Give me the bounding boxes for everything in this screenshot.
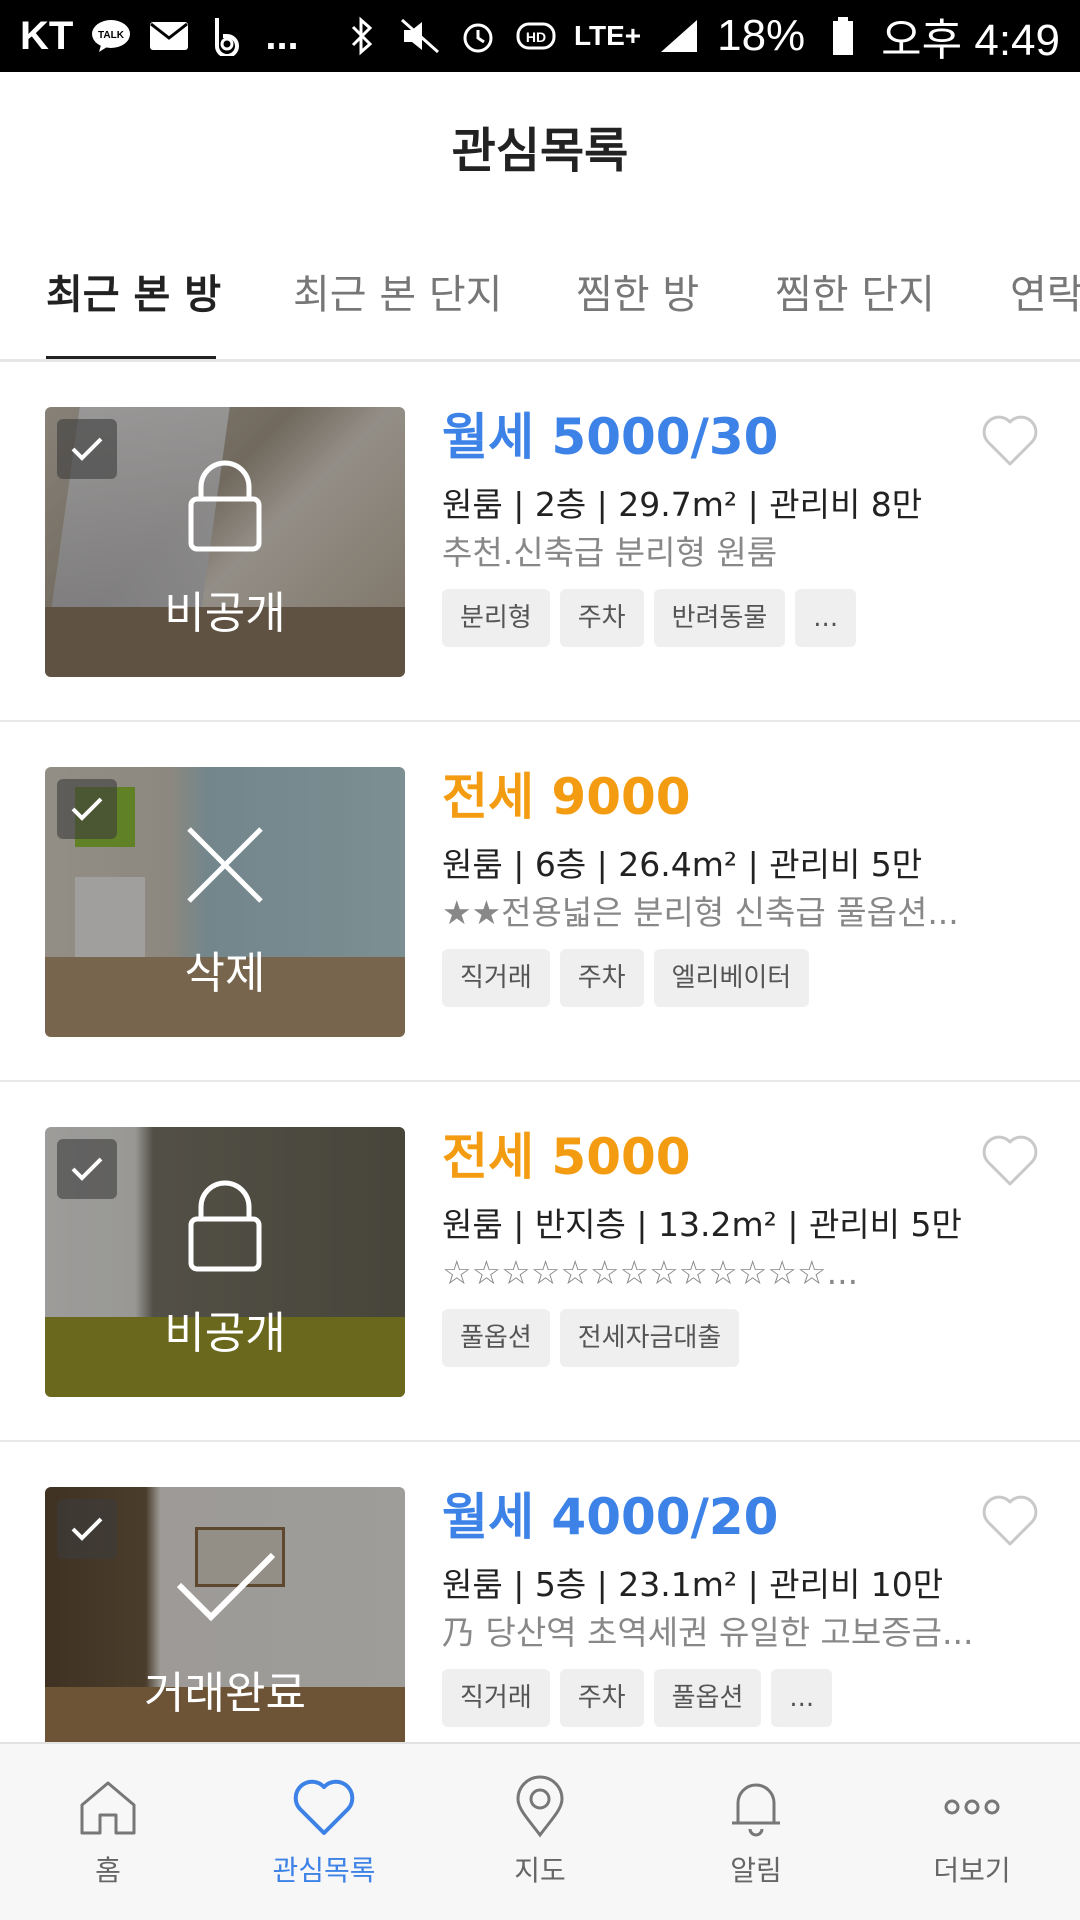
mute-icon xyxy=(400,16,440,56)
tag: 반려동물 xyxy=(653,589,786,647)
listing-description: ☆☆☆☆☆☆☆☆☆☆☆☆☆... xyxy=(442,1253,859,1292)
tag-more: ... xyxy=(771,1669,833,1727)
select-checkbox[interactable] xyxy=(57,1499,117,1559)
nav-more[interactable]: 더보기 xyxy=(864,1744,1080,1920)
listing-price[interactable]: 전세 5000 xyxy=(442,1127,1042,1187)
list-item[interactable]: 비공개 월세 5000/30 원룸 | 2층 | 29.7m² | 관리비 8만… xyxy=(0,362,1080,722)
favorite-heart-icon[interactable] xyxy=(980,1132,1040,1188)
clock: 오후 4:49 xyxy=(881,16,1060,65)
listing-price[interactable]: 전세 9000 xyxy=(442,767,1042,827)
favorite-heart-icon[interactable] xyxy=(980,412,1040,468)
room-photo[interactable]: 거래완료 xyxy=(45,1487,405,1742)
nav-label: 알림 xyxy=(730,1854,782,1887)
tag: 분리형 xyxy=(442,589,550,647)
status-bar: KT TALK ... HD LTE+ 18% 오후 4:49 xyxy=(0,0,1080,72)
bell-icon xyxy=(732,1783,780,1837)
network-type-label: LTE+ xyxy=(573,20,642,51)
mail-icon xyxy=(149,16,189,56)
tag: 풀옵션 xyxy=(653,1669,762,1727)
tag: 주차 xyxy=(559,1669,644,1727)
nav-label: 더보기 xyxy=(933,1854,1011,1887)
more-icon xyxy=(944,1799,1000,1815)
listing-description: 乃 당산역 초역세권 유일한 고보증금... xyxy=(442,1613,974,1652)
listing-spec: 원룸 | 6층 | 26.4m² | 관리비 5만 xyxy=(442,845,923,884)
listing-price[interactable]: 월세 4000/20 xyxy=(442,1487,1042,1547)
nav-label: 관심목록 xyxy=(272,1854,376,1887)
x-icon xyxy=(187,827,263,903)
tag-list: 풀옵션 전세자금대출 xyxy=(442,1309,1042,1367)
page-header: 관심목록 xyxy=(0,72,1080,220)
status-label: 거래완료 xyxy=(144,1668,306,1719)
map-pin-icon xyxy=(516,1775,564,1838)
battery-icon xyxy=(823,16,863,56)
tab-recent-complexes[interactable]: 최근 본 단지 xyxy=(293,220,502,359)
lock-icon xyxy=(188,460,262,552)
select-checkbox[interactable] xyxy=(57,419,117,479)
band-icon xyxy=(207,16,247,56)
tag: 직거래 xyxy=(442,949,550,1007)
svg-text:TALK: TALK xyxy=(98,30,125,41)
nav-notifications[interactable]: 알림 xyxy=(648,1744,864,1920)
battery-percent: 18% xyxy=(717,11,806,60)
alarm-icon xyxy=(458,16,498,56)
tag-more: ... xyxy=(795,589,857,647)
tag: 주차 xyxy=(559,589,644,647)
heart-icon xyxy=(293,1779,355,1835)
page-title: 관심목록 xyxy=(451,123,629,179)
room-photo[interactable]: 삭제 xyxy=(45,767,405,1037)
listing-spec: 원룸 | 5층 | 23.1m² | 관리비 10만 xyxy=(442,1565,944,1604)
favorite-heart-icon[interactable] xyxy=(980,1492,1040,1548)
bottom-nav: 홈 관심목록 지도 알림 더보기 xyxy=(0,1742,1080,1920)
tab-bar: 최근 본 방 최근 본 단지 찜한 방 찜한 단지 연락 xyxy=(0,220,1080,362)
tag: 풀옵션 xyxy=(442,1309,550,1367)
svg-text:HD: HD xyxy=(526,29,546,45)
tag-list: 분리형 주차 반려동물 ... xyxy=(442,589,1042,647)
tag-list: 직거래 주차 풀옵션 ... xyxy=(442,1669,1042,1727)
status-label: 비공개 xyxy=(164,1308,286,1359)
home-icon xyxy=(80,1781,136,1835)
status-label: 삭제 xyxy=(184,948,266,999)
nav-map[interactable]: 지도 xyxy=(432,1744,648,1920)
listing-price[interactable]: 월세 5000/30 xyxy=(442,407,1042,467)
lock-icon xyxy=(188,1180,262,1272)
status-label: 비공개 xyxy=(164,588,286,639)
tag: 전세자금대출 xyxy=(559,1309,740,1367)
signal-icon xyxy=(659,16,699,56)
list-item[interactable]: 삭제 전세 9000 원룸 | 6층 | 26.4m² | 관리비 5만 ★★전… xyxy=(0,722,1080,1082)
tag: 주차 xyxy=(559,949,644,1007)
nav-label: 홈 xyxy=(95,1854,121,1887)
list-item[interactable]: 비공개 전세 5000 원룸 | 반지층 | 13.2m² | 관리비 5만 ☆… xyxy=(0,1082,1080,1442)
tab-contacted[interactable]: 연락 xyxy=(1010,220,1080,359)
tag: 엘리베이터 xyxy=(653,949,810,1007)
carrier-label: KT xyxy=(20,13,74,58)
hd-icon: HD xyxy=(516,16,556,56)
select-checkbox[interactable] xyxy=(57,1139,117,1199)
tag: 직거래 xyxy=(442,1669,550,1727)
tag-list: 직거래 주차 엘리베이터 xyxy=(442,949,1042,1007)
room-photo[interactable]: 비공개 xyxy=(45,407,405,677)
select-checkbox[interactable] xyxy=(57,779,117,839)
bluetooth-icon xyxy=(342,16,382,56)
tab-liked-complexes[interactable]: 찜한 단지 xyxy=(775,220,935,359)
listing-description: ★★전용넓은 분리형 신축급 풀옵션... xyxy=(442,893,959,932)
list-item[interactable]: 거래완료 월세 4000/20 원룸 | 5층 | 23.1m² | 관리비 1… xyxy=(0,1442,1080,1742)
room-photo[interactable]: 비공개 xyxy=(45,1127,405,1397)
more-notifications-indicator: ... xyxy=(265,13,299,58)
tab-liked-rooms[interactable]: 찜한 방 xyxy=(576,220,699,359)
listing-spec: 원룸 | 2층 | 29.7m² | 관리비 8만 xyxy=(442,485,923,524)
listing-list[interactable]: 비공개 월세 5000/30 원룸 | 2층 | 29.7m² | 관리비 8만… xyxy=(0,362,1080,1742)
checkmark-icon xyxy=(176,1552,275,1622)
nav-favorites[interactable]: 관심목록 xyxy=(216,1744,432,1920)
listing-description: 추천.신축급 분리형 원룸 xyxy=(442,533,778,572)
listing-spec: 원룸 | 반지층 | 13.2m² | 관리비 5만 xyxy=(442,1205,962,1244)
nav-home[interactable]: 홈 xyxy=(0,1744,216,1920)
kakaotalk-icon: TALK xyxy=(91,16,131,56)
tab-recent-rooms[interactable]: 최근 본 방 xyxy=(46,220,221,359)
nav-label: 지도 xyxy=(514,1854,566,1887)
